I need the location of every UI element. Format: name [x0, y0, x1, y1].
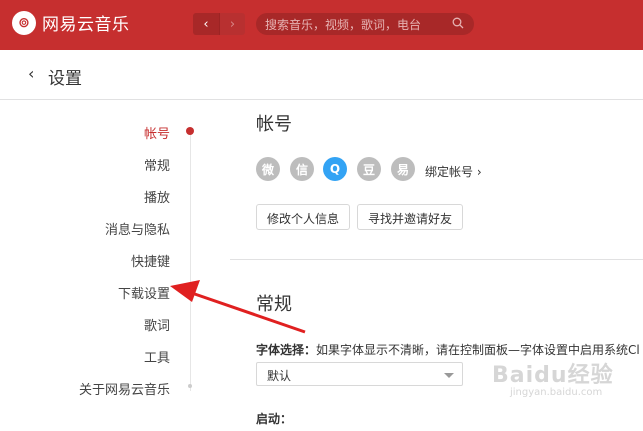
yixin-icon[interactable]: 易	[391, 157, 415, 181]
search-icon[interactable]	[452, 17, 464, 29]
wechat-icon[interactable]: 信	[290, 157, 314, 181]
forward-nav-button[interactable]: ›	[219, 13, 245, 35]
qq-icon[interactable]: Q	[323, 157, 347, 181]
sidebar-item-tools[interactable]: 工具	[144, 347, 170, 366]
page-title: 设置	[48, 69, 82, 89]
edit-profile-button[interactable]: 修改个人信息	[256, 204, 351, 230]
watermark-sub: jingyan.baidu.com	[510, 387, 603, 398]
bind-account-link[interactable]: 绑定帐号 ›	[425, 163, 482, 180]
baidu-watermark: Baidu经验 jingyan.baidu.com	[492, 357, 614, 398]
chevron-right-icon: ›	[229, 16, 236, 32]
sidebar-item-about[interactable]: 关于网易云音乐	[79, 379, 170, 398]
sidebar-item-account[interactable]: 帐号	[144, 123, 170, 142]
general-section-title: 常规	[256, 294, 292, 315]
history-nav: ‹ ›	[193, 13, 245, 35]
top-bar: ⊚ 网易云音乐 ‹ › 搜索音乐，视频，歌词，电台	[0, 0, 643, 50]
settings-header: ‹ 设置	[0, 50, 643, 100]
watermark-main: Baidu经验	[492, 363, 614, 388]
douban-glyph: 豆	[362, 162, 375, 177]
invite-friends-button[interactable]: 寻找并邀请好友	[357, 204, 464, 230]
sidebar-item-playback[interactable]: 播放	[144, 187, 170, 206]
yixin-glyph: 易	[396, 162, 409, 177]
font-select-value: 默认	[267, 369, 292, 383]
sidebar-timeline	[190, 131, 191, 391]
app-logo[interactable]: ⊚ 网易云音乐	[12, 10, 130, 35]
logo-glyph: ⊚	[18, 14, 30, 31]
sidebar-item-lyrics[interactable]: 歌词	[144, 315, 170, 334]
app-name: 网易云音乐	[42, 15, 130, 35]
font-select-label: 字体选择：	[256, 343, 317, 357]
sidebar-item-general[interactable]: 常规	[144, 155, 170, 174]
startup-label: 启动：	[256, 412, 293, 426]
netease-music-logo-icon: ⊚	[12, 10, 36, 35]
sidebar-item-privacy[interactable]: 消息与隐私	[105, 219, 170, 238]
search-placeholder: 搜索音乐，视频，歌词，电台	[265, 18, 422, 32]
wechat-glyph: 信	[295, 162, 308, 177]
chevron-left-icon: ‹	[203, 16, 209, 32]
timeline-end-dot	[188, 384, 192, 388]
font-select[interactable]: 默认	[256, 362, 463, 386]
font-setting-row: 字体选择：如果字体显示不清晰，请在控制面板—字体设置中启用系统Cl	[256, 341, 643, 358]
weibo-glyph: 微	[261, 162, 274, 177]
sidebar-item-shortcuts[interactable]: 快捷键	[131, 251, 170, 270]
qq-glyph: Q	[329, 162, 341, 176]
sidebar-item-download[interactable]: 下载设置	[118, 283, 170, 302]
account-section-title: 帐号	[256, 114, 292, 135]
settings-sidebar: 帐号 常规 播放 消息与隐私 快捷键 下载设置 歌词 工具 关于网易云音乐	[0, 101, 200, 431]
search-input[interactable]: 搜索音乐，视频，歌词，电台	[256, 13, 474, 35]
back-icon[interactable]: ‹	[28, 64, 34, 83]
chevron-right-icon: ›	[476, 165, 482, 179]
weibo-icon[interactable]: 微	[256, 157, 280, 181]
douban-icon[interactable]: 豆	[357, 157, 381, 181]
caret-down-icon	[444, 373, 454, 378]
font-hint-text: 如果字体显示不清晰，请在控制面板—字体设置中启用系统Cl	[316, 343, 640, 357]
active-indicator-dot	[186, 127, 194, 135]
bind-account-label: 绑定帐号	[425, 165, 474, 179]
section-divider	[230, 259, 643, 260]
back-nav-button[interactable]: ‹	[193, 13, 219, 35]
